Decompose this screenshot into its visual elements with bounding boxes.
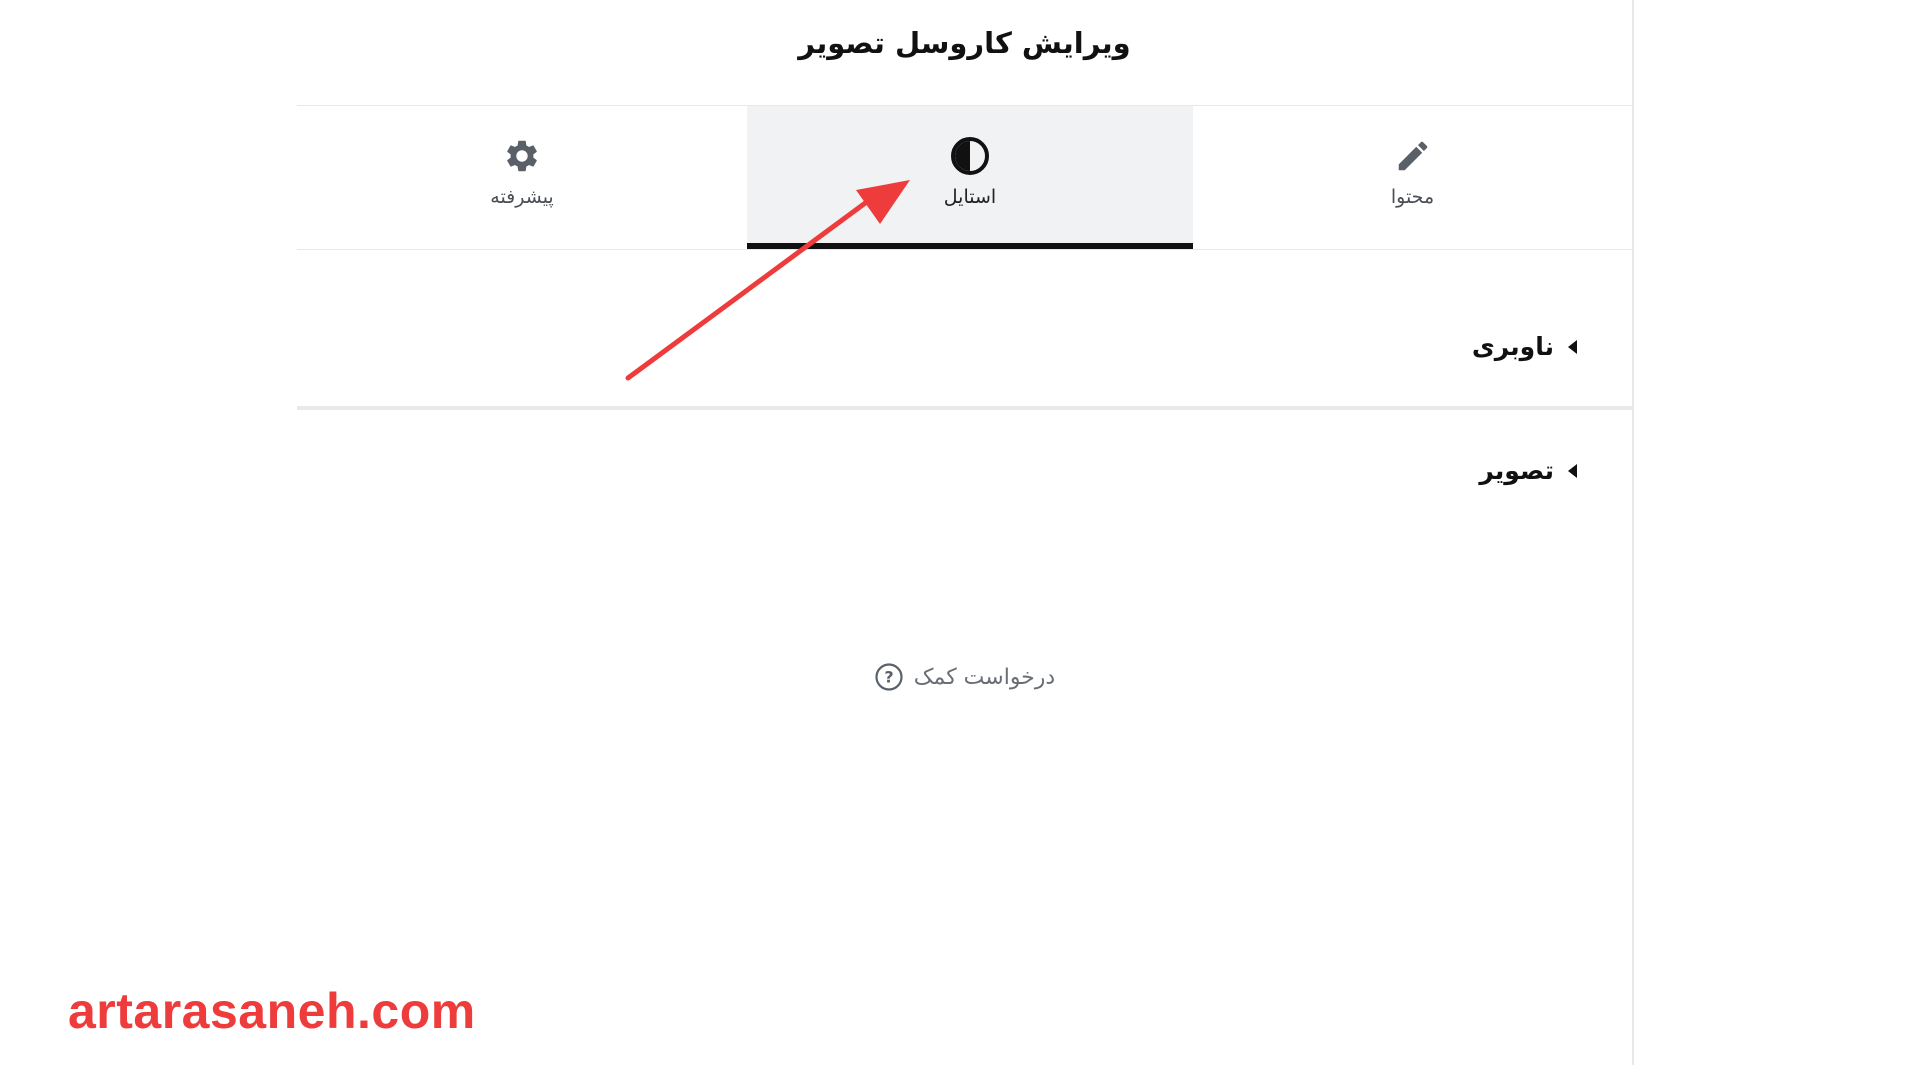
- watermark-text: artarasaneh.com: [68, 983, 476, 1039]
- tab-style-label: استایل: [943, 186, 997, 208]
- tab-advanced-label: پیشرفته: [490, 186, 554, 208]
- section-navigation-label: ناوبری: [1471, 332, 1554, 361]
- gear-icon: [502, 136, 542, 176]
- tab-style[interactable]: استایل: [747, 106, 1193, 249]
- editor-panel: ویرایش کاروسل تصویر پیشرفته استایل محتوا…: [297, 0, 1632, 1080]
- section-image-label: تصویر: [1479, 456, 1554, 485]
- panel-right-border: [1632, 0, 1634, 1065]
- caret-left-icon: [1568, 340, 1577, 354]
- tab-bar: پیشرفته استایل محتوا: [297, 106, 1632, 250]
- caret-left-icon: [1568, 464, 1577, 478]
- page-title: ویرایش کاروسل تصویر: [798, 25, 1131, 60]
- tab-advanced[interactable]: پیشرفته: [297, 106, 747, 249]
- help-label: درخواست کمک: [913, 664, 1056, 690]
- section-image[interactable]: تصویر: [297, 414, 1632, 534]
- contrast-icon: [950, 136, 990, 176]
- section-navigation[interactable]: ناوبری: [297, 290, 1632, 410]
- tab-content[interactable]: محتوا: [1193, 106, 1632, 249]
- svg-text:?: ?: [884, 668, 893, 687]
- help-request-link[interactable]: درخواست کمک ?: [297, 662, 1632, 692]
- panel-header: ویرایش کاروسل تصویر: [297, 0, 1632, 106]
- pencil-icon: [1393, 136, 1433, 176]
- question-circle-icon: ?: [874, 662, 904, 692]
- tab-content-label: محتوا: [1390, 186, 1435, 208]
